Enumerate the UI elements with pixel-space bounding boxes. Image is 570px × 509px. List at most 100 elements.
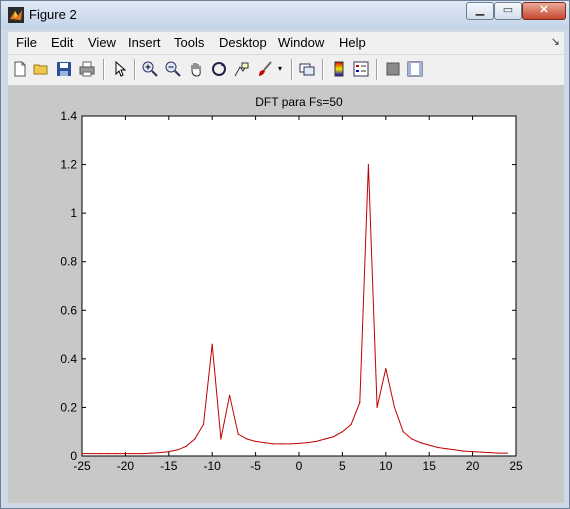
x-tick-label: 10 — [379, 459, 393, 473]
x-tick-label: 20 — [466, 459, 480, 473]
data-point — [402, 431, 404, 433]
data-point — [237, 433, 239, 435]
data-point — [350, 423, 352, 426]
data-point — [159, 452, 161, 454]
data-point — [255, 440, 257, 443]
data-point — [359, 401, 361, 404]
data-point — [454, 449, 456, 451]
menu-file[interactable]: File — [16, 35, 37, 50]
pan-hand-icon[interactable] — [188, 61, 204, 77]
data-point — [307, 442, 309, 444]
legend-icon[interactable] — [353, 61, 369, 77]
data-point — [124, 452, 126, 455]
menu-bar: File Edit View Insert Tools Desktop Wind… — [8, 32, 564, 54]
colorbar-icon[interactable] — [331, 61, 347, 77]
menu-window[interactable]: Window — [278, 35, 324, 50]
brush-dropdown-icon[interactable]: ▾ — [278, 64, 282, 73]
hide-plot-tools-icon[interactable] — [385, 61, 401, 77]
data-point — [506, 452, 508, 454]
data-point — [341, 431, 343, 433]
menu-view[interactable]: View — [88, 35, 116, 50]
show-plot-tools-icon[interactable] — [407, 61, 423, 77]
y-tick-label: 0 — [70, 449, 77, 463]
y-tick-label: 0.4 — [60, 352, 77, 366]
brush-icon[interactable] — [257, 61, 273, 77]
new-figure-icon[interactable] — [12, 61, 28, 77]
data-point — [498, 452, 500, 454]
data-point — [176, 449, 179, 451]
x-tick-label: -20 — [117, 459, 135, 473]
data-point — [194, 438, 196, 440]
rotate-3d-icon[interactable] — [211, 61, 227, 77]
data-point — [489, 452, 491, 454]
menu-insert[interactable]: Insert — [128, 35, 161, 50]
title-bar[interactable]: Figure 2 ▁ ▭ ✕ — [1, 1, 569, 29]
toolbar-separator — [291, 59, 293, 80]
data-point — [98, 452, 100, 455]
toolbar-separator — [134, 59, 136, 80]
x-tick-label: -10 — [204, 459, 222, 473]
matlab-logo-icon — [8, 7, 24, 23]
data-point — [472, 451, 474, 453]
zoom-out-icon[interactable] — [165, 61, 181, 77]
data-point — [376, 406, 378, 409]
minimize-button[interactable]: ▁ — [466, 2, 494, 20]
data-point — [107, 452, 109, 455]
data-point — [272, 443, 274, 445]
maximize-button[interactable]: ▭ — [494, 2, 522, 20]
zoom-in-icon[interactable] — [142, 61, 158, 77]
y-tick-label: 1 — [70, 206, 77, 220]
data-point — [90, 452, 92, 455]
menu-tools[interactable]: Tools — [174, 35, 204, 50]
toolbar-separator — [322, 59, 324, 80]
data-point — [419, 442, 422, 444]
link-plot-icon[interactable] — [299, 61, 315, 77]
data-point — [211, 343, 213, 345]
menu-edit[interactable]: Edit — [51, 35, 73, 50]
x-tick-label: 0 — [296, 459, 303, 473]
data-point — [116, 452, 118, 455]
y-tick-label: 1.4 — [60, 109, 77, 123]
figure-toolbar: ▾ — [8, 54, 564, 85]
data-point — [333, 435, 335, 438]
menu-desktop[interactable]: Desktop — [219, 35, 267, 50]
data-point — [168, 451, 170, 453]
figure-canvas: DFT para Fs=50 -25 -20 -15 -10 -5 0 5 10 15 20 25 0… — [8, 85, 564, 503]
close-button[interactable]: ✕ — [522, 2, 566, 20]
data-point — [411, 438, 413, 440]
data-point — [428, 444, 430, 446]
save-icon[interactable] — [56, 61, 72, 77]
data-point — [281, 443, 283, 445]
y-tick-label: 1.2 — [60, 158, 77, 172]
menu-help[interactable]: Help — [339, 35, 366, 50]
open-file-icon[interactable] — [33, 61, 49, 77]
data-point — [324, 438, 326, 440]
data-point — [385, 367, 387, 370]
x-tick-label: -15 — [160, 459, 178, 473]
dft-plot[interactable]: DFT para Fs=50 -25 -20 -15 -10 -5 0 5 10 15 20 250… — [8, 85, 564, 503]
window-title: Figure 2 — [29, 7, 77, 22]
data-point — [228, 394, 231, 396]
axes-background — [82, 116, 516, 456]
data-cursor-icon[interactable] — [234, 61, 250, 77]
dock-arrow-icon[interactable]: ↘ — [551, 35, 560, 48]
data-point — [185, 445, 187, 447]
data-point — [463, 450, 465, 452]
data-point — [246, 438, 248, 440]
data-point — [142, 452, 144, 455]
y-tick-label: 0.2 — [60, 400, 77, 414]
toolbar-separator — [103, 59, 105, 80]
edit-plot-arrow-icon[interactable] — [112, 61, 128, 77]
data-point — [315, 440, 317, 443]
data-point — [202, 423, 205, 426]
x-tick-label: 15 — [423, 459, 437, 473]
chart-title: DFT para Fs=50 — [255, 95, 343, 109]
data-point — [263, 442, 265, 444]
data-point — [289, 443, 291, 445]
x-tick-label: 5 — [339, 459, 346, 473]
x-tick-label: -5 — [250, 459, 261, 473]
toolbar-separator — [376, 59, 378, 80]
print-icon[interactable] — [79, 61, 95, 77]
data-point — [133, 452, 135, 455]
figure-window: Figure 2 ▁ ▭ ✕ File Edit View Insert Too… — [0, 0, 570, 509]
